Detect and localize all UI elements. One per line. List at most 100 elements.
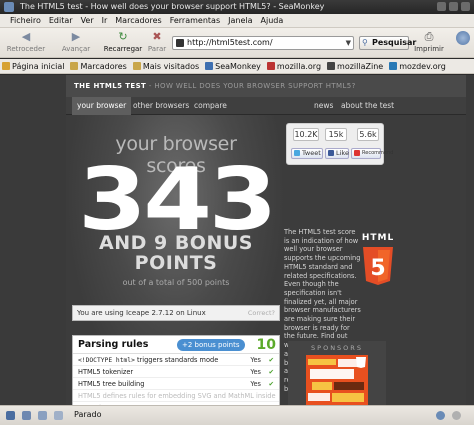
bookmark-mozdev[interactable]: mozdev.org (389, 62, 446, 71)
url-field[interactable]: http://html5test.com/ ▼ (172, 36, 354, 50)
search-icon: ⚲ (362, 38, 368, 47)
forward-button[interactable]: ▶ Avançar (58, 30, 94, 53)
bookmark-label: mozilla.org (276, 61, 322, 71)
close-button[interactable] (461, 2, 470, 11)
useragent-bar: You are using Iceape 2.7.12 on Linux Cor… (72, 305, 280, 321)
check-icon: ✔ (268, 356, 274, 364)
result-row: HTML5 tokenizer Yes ✔ (73, 366, 279, 378)
bookmark-label: Marcadores (80, 61, 127, 71)
menu-tools[interactable]: Ferramentas (170, 16, 220, 25)
like-label: Like (336, 149, 349, 157)
score-value: 343 (77, 150, 278, 250)
recommend-button[interactable]: Recommend (351, 148, 393, 159)
score-out-of: out of a total of 500 points (122, 278, 230, 287)
correct-link[interactable]: Correct? (248, 306, 275, 320)
menu-help[interactable]: Ajuda (261, 16, 284, 25)
row-status: Yes (250, 380, 261, 388)
menu-edit[interactable]: Editar (49, 16, 73, 25)
results-header[interactable]: Parsing rules +2 bonus points 10 (73, 336, 279, 354)
row-status: Yes (250, 368, 261, 376)
row-status: Yes (250, 356, 261, 364)
mozillazine-icon (327, 62, 336, 70)
sponsors-label: SPONSORS (311, 344, 363, 352)
bookmarks-toolbar: Página inicial Marcadores Mais visitados… (0, 59, 474, 74)
url-history-dropdown-icon[interactable]: ▼ (346, 37, 351, 49)
status-bar: Parado (0, 405, 474, 425)
addressbook-icon[interactable] (54, 411, 63, 420)
stop-icon: ✖ (152, 30, 162, 43)
site-brand[interactable]: THE HTML5 TEST (74, 82, 146, 90)
tab-news[interactable]: news (309, 97, 338, 115)
menu-file[interactable]: Ficheiro (10, 16, 41, 25)
recommend-count: 5.6k (357, 128, 379, 141)
window-titlebar: The HTML5 test - How well does your brow… (0, 0, 474, 14)
online-status-icon[interactable] (436, 411, 445, 420)
back-button[interactable]: ◀ Retroceder (6, 30, 46, 53)
bonus-badge: +2 bonus points (177, 339, 245, 351)
printer-icon: ⎙ (424, 30, 434, 43)
bookmark-seamonkey[interactable]: SeaMonkey (205, 62, 261, 71)
row-code: <!DOCTYPE html> (78, 357, 135, 364)
bonus-points: AND 9 BONUS POINTS (86, 233, 266, 273)
section-points: 10 (256, 337, 276, 353)
forward-arrow-icon: ▶ (71, 30, 81, 43)
tab-other-browsers[interactable]: other browsers (128, 97, 194, 115)
home-icon (2, 62, 10, 70)
bookmark-home[interactable]: Página inicial (2, 62, 64, 71)
row-text-rest: triggers standards mode (134, 356, 219, 364)
maximize-button[interactable] (449, 2, 458, 11)
download-status-icon[interactable] (452, 411, 461, 420)
result-row: HTML5 tree building Yes ✔ (73, 378, 279, 390)
bookmark-most-visited[interactable]: Mais visitados (132, 61, 200, 71)
bonus-line-2: POINTS (134, 252, 218, 274)
row-text: HTML5 tree building (78, 380, 145, 388)
tab-about-the-test[interactable]: about the test (336, 97, 399, 115)
tweet-count: 10.2K (293, 128, 319, 141)
print-label: Imprimir (414, 45, 444, 53)
facebook-icon (328, 150, 334, 156)
mail-icon[interactable] (22, 411, 31, 420)
folder-icon (70, 62, 79, 70)
bookmark-label: mozdev.org (399, 61, 446, 71)
url-text: http://html5test.com/ (187, 38, 273, 47)
security-icon[interactable] (6, 411, 15, 420)
html5-logo-label: HTML (361, 233, 395, 243)
bookmark-label: Mais visitados (142, 61, 200, 71)
tab-compare[interactable]: compare (189, 97, 232, 115)
tweet-button[interactable]: Tweet (291, 148, 323, 159)
composer-icon[interactable] (38, 411, 47, 420)
menu-bookmarks[interactable]: Marcadores (115, 16, 161, 25)
reload-icon: ↻ (118, 30, 128, 43)
bookmark-mozillazine[interactable]: mozillaZine (327, 62, 383, 71)
back-arrow-icon: ◀ (21, 30, 31, 43)
stop-label: Parar (147, 45, 167, 53)
folder-icon (132, 62, 141, 70)
mozdev-icon (389, 62, 398, 70)
sponsor-artwork-icon (306, 355, 368, 405)
like-button[interactable]: Like (325, 148, 349, 159)
result-row: <!DOCTYPE html> triggers standards mode … (73, 354, 279, 366)
site-header: THE HTML5 TEST - HOW WELL DOES YOUR BROW… (66, 75, 466, 97)
throbber-icon[interactable] (456, 31, 470, 45)
bookmark-mozilla[interactable]: mozilla.org (266, 61, 322, 71)
site-favicon-icon (176, 39, 184, 47)
forward-label: Avançar (61, 45, 91, 53)
site-nav: your browser other browsers compare news… (66, 97, 466, 115)
menu-window[interactable]: Janela (228, 16, 252, 25)
menu-view[interactable]: Ver (81, 16, 94, 25)
menu-go[interactable]: Ir (102, 16, 108, 25)
social-share-box: 10.2K 15k 5.6k Tweet Like Recommend (286, 123, 393, 165)
window-title: The HTML5 test - How well does your brow… (20, 2, 325, 11)
stop-button[interactable]: ✖ Parar (146, 30, 168, 53)
sponsor-banner-image[interactable] (306, 355, 368, 405)
minimize-button[interactable] (437, 2, 446, 11)
search-label: Pesquisar (372, 38, 417, 47)
bookmark-label: SeaMonkey (215, 61, 261, 71)
print-button[interactable]: ⎙ Imprimir (412, 30, 446, 53)
bookmark-folder[interactable]: Marcadores (70, 61, 127, 71)
search-button[interactable]: ⚲ Pesquisar (359, 36, 416, 50)
results-panel: Parsing rules +2 bonus points 10 <!DOCTY… (72, 335, 280, 405)
tab-your-browser[interactable]: your browser (72, 97, 132, 115)
reload-button[interactable]: ↻ Recarregar (102, 30, 144, 53)
navigation-toolbar: ◀ Retroceder ▶ Avançar ↻ Recarregar ✖ Pa… (0, 28, 474, 58)
